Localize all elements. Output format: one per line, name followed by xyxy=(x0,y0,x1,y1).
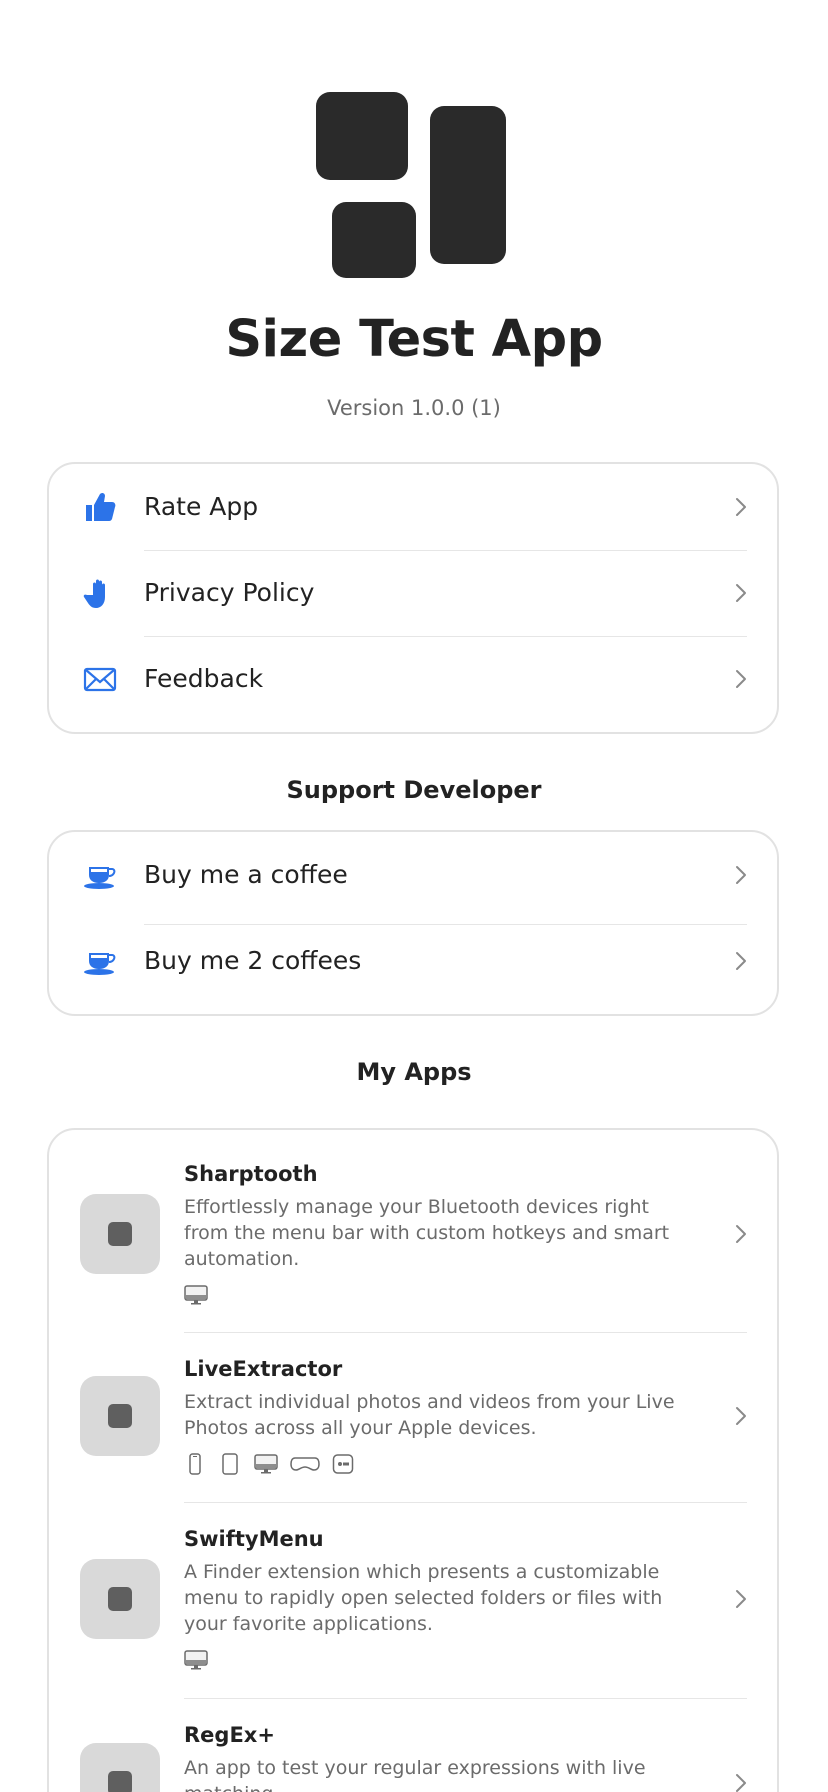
app-placeholder-icon xyxy=(108,1587,132,1611)
iphone-icon xyxy=(189,1453,201,1475)
chevron-right-icon xyxy=(736,1407,746,1425)
my-apps-card: Sharptooth Effortlessly manage your Blue… xyxy=(47,1128,779,1792)
vision-pro-icon xyxy=(290,1457,320,1471)
chevron-right-icon xyxy=(736,670,746,688)
ipad-icon xyxy=(222,1453,238,1475)
platform-icons xyxy=(184,1284,208,1306)
mac-icon xyxy=(254,1454,278,1474)
buy-coffee-row[interactable]: Buy me a coffee xyxy=(49,832,777,918)
buy-two-coffees-row[interactable]: Buy me 2 coffees xyxy=(49,918,777,1004)
rate-app-row[interactable]: Rate App xyxy=(49,464,777,550)
feedback-row[interactable]: Feedback xyxy=(49,636,777,722)
app-thumbnail xyxy=(80,1376,160,1456)
hand-raised-icon xyxy=(83,579,105,608)
app-name: SwiftyMenu xyxy=(184,1527,324,1551)
privacy-policy-row[interactable]: Privacy Policy xyxy=(49,550,777,636)
app-row-regex-plus[interactable]: RegEx+ An app to test your regular expre… xyxy=(49,1699,777,1792)
chevron-right-icon xyxy=(736,498,746,516)
app-title: Size Test App xyxy=(225,310,603,369)
app-description: Effortlessly manage your Bluetooth devic… xyxy=(184,1196,670,1270)
app-name: Sharptooth xyxy=(184,1162,318,1186)
app-thumbnail xyxy=(80,1194,160,1274)
mac-icon xyxy=(184,1650,208,1670)
platform-icons xyxy=(184,1453,354,1475)
app-row-liveextractor[interactable]: LiveExtractor Extract individual photos … xyxy=(49,1333,777,1503)
chevron-right-icon xyxy=(736,584,746,602)
platform-icons xyxy=(184,1649,208,1671)
app-description: An app to test your regular expressions … xyxy=(184,1757,646,1792)
buy-two-coffees-label: Buy me 2 coffees xyxy=(144,946,362,975)
privacy-policy-label: Privacy Policy xyxy=(144,578,315,607)
app-placeholder-icon xyxy=(108,1404,132,1428)
app-name: LiveExtractor xyxy=(184,1357,343,1381)
support-section-title: Support Developer xyxy=(286,776,542,804)
app-thumbnail xyxy=(80,1559,160,1639)
chevron-right-icon xyxy=(736,952,746,970)
buy-coffee-label: Buy me a coffee xyxy=(144,860,348,889)
app-row-swiftymenu[interactable]: SwiftyMenu A Finder extension which pres… xyxy=(49,1503,777,1699)
app-name: RegEx+ xyxy=(184,1723,275,1747)
app-version: Version 1.0.0 (1) xyxy=(327,396,501,420)
app-placeholder-icon xyxy=(108,1771,132,1792)
app-thumbnail xyxy=(80,1743,160,1792)
apple-tv-icon xyxy=(332,1454,354,1474)
chevron-right-icon xyxy=(736,1590,746,1608)
support-card: Buy me a coffee Buy me 2 coffees xyxy=(47,830,779,1016)
thumbs-up-icon xyxy=(86,492,116,521)
rate-app-label: Rate App xyxy=(144,492,259,521)
app-logo-icon xyxy=(316,92,506,278)
app-description: Extract individual photos and videos fro… xyxy=(184,1391,675,1439)
chevron-right-icon xyxy=(736,1225,746,1243)
app-description: A Finder extension which presents a cust… xyxy=(184,1561,663,1635)
app-row-sharptooth[interactable]: Sharptooth Effortlessly manage your Blue… xyxy=(49,1130,777,1332)
chevron-right-icon xyxy=(736,866,746,884)
app-placeholder-icon xyxy=(108,1222,132,1246)
my-apps-section-title: My Apps xyxy=(356,1058,472,1086)
coffee-cup-icon xyxy=(84,867,116,889)
about-screen: Size Test App Version 1.0.0 (1) Rate App… xyxy=(0,0,828,1792)
coffee-cup-icon xyxy=(84,953,116,975)
mac-icon xyxy=(184,1285,208,1305)
info-card: Rate App Privacy Policy Feedback xyxy=(47,462,779,734)
chevron-right-icon xyxy=(736,1774,746,1792)
envelope-icon xyxy=(83,667,117,692)
feedback-label: Feedback xyxy=(144,664,264,693)
